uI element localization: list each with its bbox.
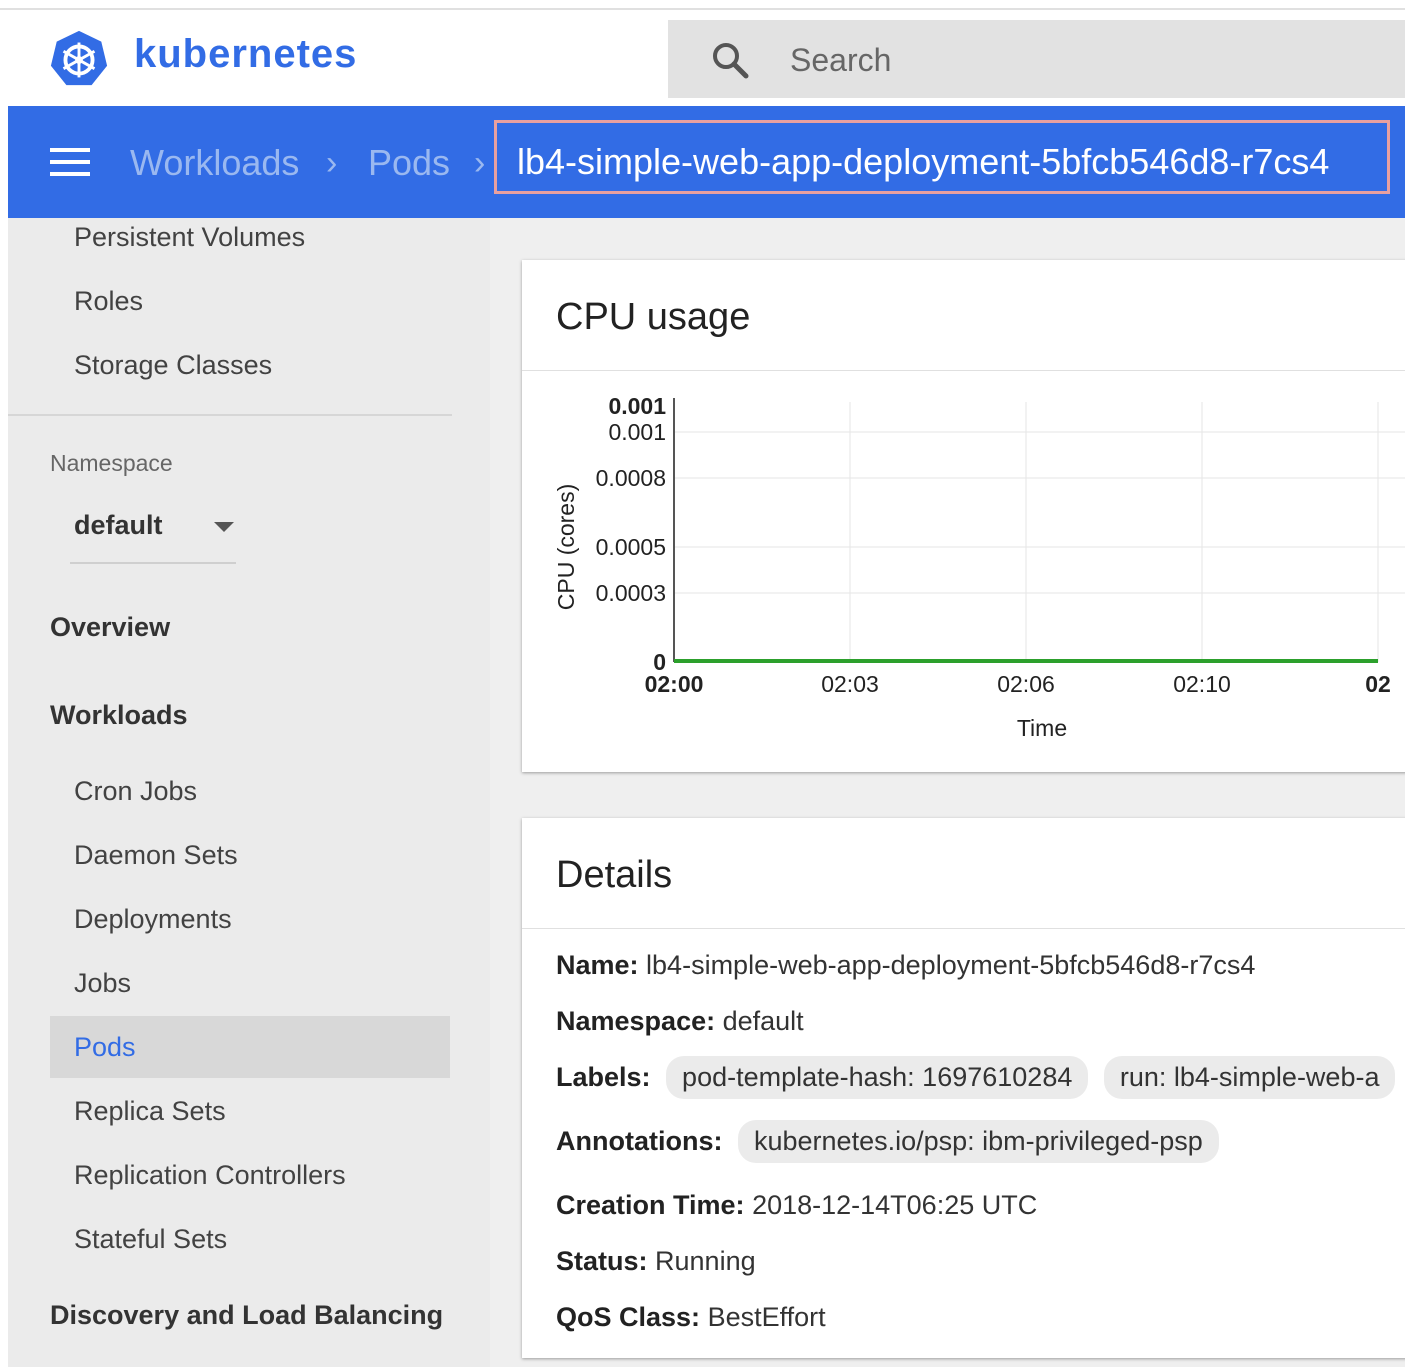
breadcrumb-current-label: lb4-simple-web-app-deployment-5bfcb546d8… [517,141,1330,182]
brand-name[interactable]: kubernetes [134,32,357,77]
y-tick-label: 0.0003 [596,580,666,606]
detail-creation-value: 2018-12-14T06:25 UTC [752,1190,1038,1220]
sidebar-divider [8,414,452,416]
detail-name-label: Name: [556,950,639,980]
sidebar-item-replication-controllers[interactable]: Replication Controllers [74,1160,346,1191]
toolbar: Workloads › Pods › lb4-simple-web-app-de… [8,106,1405,218]
details-card-title: Details [556,854,673,896]
detail-status-value: Running [655,1246,756,1276]
y-tick-label: 0.0008 [596,465,666,491]
app-header: kubernetes [8,10,1405,106]
sidebar: Persistent Volumes Roles Storage Classes… [8,218,490,1367]
cpu-chart: 00.00030.00050.00080.0010.00102:00 02:03 0… [553,393,1405,741]
kubernetes-logo-icon[interactable] [48,28,110,90]
breadcrumb-pods[interactable]: Pods [368,142,450,184]
x-tick-label: 02:06 [997,671,1055,697]
sidebar-item-cron-jobs[interactable]: Cron Jobs [74,776,197,807]
sidebar-item-overview[interactable]: Overview [50,612,170,643]
namespace-value: default [74,510,163,540]
cpu-usage-card: CPU usage 0 0.0003 0.0005 0.0008 0.001 0.001 0… [522,260,1405,772]
detail-namespace: Namespace: default [556,1006,804,1037]
detail-status-label: Status: [556,1246,648,1276]
annotation-chip[interactable]: kubernetes.io/psp: ibm-privileged-psp [738,1120,1219,1163]
detail-qos-value: BestEffort [707,1302,826,1332]
breadcrumb-workloads[interactable]: Workloads [130,142,299,184]
y-tick-label: 0.0005 [596,534,666,560]
detail-creation-label: Creation Time: [556,1190,745,1220]
sidebar-item-deployments[interactable]: Deployments [74,904,232,935]
main-content: CPU usage 0 0.0003 0.0005 0.0008 0.001 0.001 0… [490,218,1405,1367]
search-icon[interactable] [710,40,750,80]
x-tick-label: 02:00 [645,671,704,697]
sidebar-item-replica-sets[interactable]: Replica Sets [74,1096,226,1127]
cpu-card-title: CPU usage [556,296,751,338]
x-tick-label: 02:03 [821,671,879,697]
sidebar-item-discovery[interactable]: Discovery and Load Balancing [50,1300,443,1331]
sidebar-item-persistent-volumes[interactable]: Persistent Volumes [74,222,305,253]
sidebar-item-daemon-sets[interactable]: Daemon Sets [74,840,238,871]
breadcrumb-current: lb4-simple-web-app-deployment-5bfcb546d8… [494,120,1390,194]
y-tick-label: 0.001 [608,419,666,445]
detail-labels-label: Labels: [556,1062,651,1092]
sidebar-item-stateful-sets[interactable]: Stateful Sets [74,1224,227,1255]
chevron-right-icon: › [474,144,486,182]
detail-name: Name: lb4-simple-web-app-deployment-5bfc… [556,950,1255,981]
sidebar-item-storage-classes[interactable]: Storage Classes [74,350,272,381]
label-chip[interactable]: pod-template-hash: 1697610284 [666,1056,1089,1099]
dropdown-caret-icon[interactable] [214,522,234,532]
y-tick-label: 0.001 [608,393,666,419]
card-divider [522,370,1405,371]
search-input[interactable] [788,40,1372,80]
sidebar-item-workloads[interactable]: Workloads [50,700,188,731]
namespace-select[interactable]: default [70,498,236,564]
detail-annotations: Annotations: kubernetes.io/psp: ibm-priv… [556,1120,1219,1163]
sidebar-item-jobs[interactable]: Jobs [74,968,131,999]
detail-name-value: lb4-simple-web-app-deployment-5bfcb546d8… [646,950,1256,980]
sidebar-item-pods[interactable]: Pods [74,1032,136,1063]
details-card: Details Name: lb4-simple-web-app-deploym… [522,818,1405,1358]
detail-status: Status: Running [556,1246,756,1277]
label-chip[interactable]: run: lb4-simple-web-a [1103,1056,1396,1099]
detail-annotations-label: Annotations: [556,1126,723,1156]
y-axis-label: CPU (cores) [553,484,579,611]
sidebar-item-roles[interactable]: Roles [74,286,143,317]
x-tick-label: 02:10 [1173,671,1231,697]
card-divider [522,928,1405,929]
search-bar[interactable] [668,20,1405,98]
detail-qos-label: QoS Class: [556,1302,701,1332]
x-axis-label: Time [1017,715,1067,741]
detail-qos: QoS Class: BestEffort [556,1302,826,1333]
chevron-right-icon: › [326,144,338,182]
detail-labels: Labels: pod-template-hash: 1697610284 ru… [556,1056,1396,1099]
detail-creation-time: Creation Time: 2018-12-14T06:25 UTC [556,1190,1037,1221]
namespace-label: Namespace [50,450,173,476]
detail-namespace-value: default [722,1006,804,1036]
detail-namespace-label: Namespace: [556,1006,716,1036]
menu-icon[interactable] [50,148,90,178]
x-tick-label: 02 [1365,671,1391,697]
